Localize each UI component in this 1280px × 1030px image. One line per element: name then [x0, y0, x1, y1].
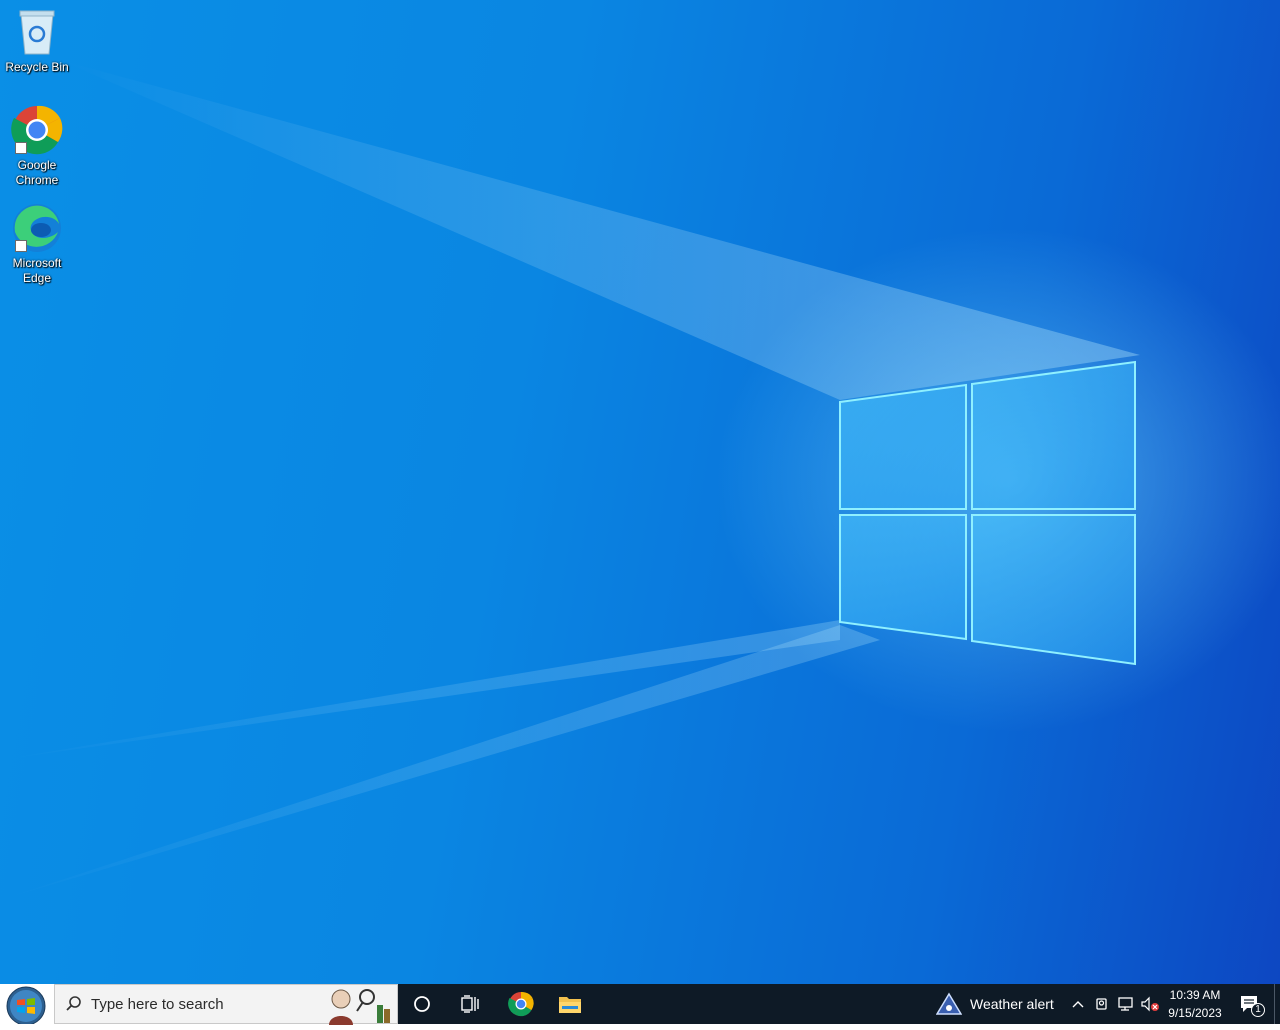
volume-muted-icon [1141, 996, 1159, 1012]
chrome-icon [11, 104, 63, 156]
cortana-circle-icon [414, 996, 430, 1012]
folder-icon [559, 997, 581, 1013]
desktop-icon-microsoft-edge[interactable]: Microsoft Edge [2, 202, 72, 286]
desktop-icon-label: Google Chrome [15, 158, 59, 187]
task-view-icon [461, 995, 479, 1013]
action-center-button[interactable]: 1 [1234, 984, 1266, 1024]
cortana-button[interactable] [398, 984, 446, 1024]
clock-time: 10:39 AM [1169, 988, 1221, 1002]
taskbar-file-explorer-button[interactable] [548, 984, 592, 1024]
action-center-icon: 1 [1239, 993, 1265, 1017]
clock[interactable]: 10:39 AM 9/15/2023 [1160, 984, 1230, 1024]
weather-label: Weather alert [970, 996, 1054, 1012]
desktop[interactable]: Recycle Bin Google Chrome Microsoft Edge [0, 0, 1280, 984]
network-icon [1118, 997, 1133, 1011]
show-hidden-icons-button[interactable] [1066, 984, 1090, 1024]
taskbar: Type here to search Weather alert 10:39 … [0, 984, 1280, 1026]
search-box[interactable]: Type here to search [54, 984, 398, 1025]
meet-now-icon [1096, 998, 1107, 1010]
chrome-icon [508, 991, 534, 1017]
shortcut-arrow-icon [15, 142, 27, 154]
system-tray [1066, 984, 1162, 1024]
clock-date: 9/15/2023 [1168, 1006, 1222, 1020]
weather-alert-icon [936, 992, 962, 1016]
network-button[interactable] [1114, 984, 1138, 1024]
taskbar-chrome-button[interactable] [494, 984, 548, 1024]
weather-widget[interactable]: Weather alert [936, 984, 1054, 1024]
task-view-button[interactable] [446, 984, 494, 1024]
shortcut-arrow-icon [15, 240, 27, 252]
meet-now-button[interactable] [1090, 984, 1114, 1024]
search-highlight-illustration-icon [323, 985, 395, 1025]
start-button[interactable] [0, 984, 54, 1026]
chevron-up-icon [1072, 1001, 1084, 1008]
desktop-icon-label: Microsoft Edge [12, 256, 62, 285]
show-desktop-button[interactable] [1274, 984, 1280, 1024]
edge-icon [11, 202, 63, 254]
volume-button[interactable] [1138, 984, 1162, 1024]
notification-count-badge: 1 [1251, 1003, 1265, 1017]
desktop-icon-google-chrome[interactable]: Google Chrome [2, 104, 72, 188]
recycle-bin-icon [11, 6, 63, 58]
desktop-icon-recycle-bin[interactable]: Recycle Bin [2, 6, 72, 75]
search-placeholder: Type here to search [91, 995, 224, 1013]
search-icon [65, 995, 83, 1013]
windows-orb-icon [6, 986, 46, 1026]
windows-logo-wallpaper [838, 360, 1138, 666]
desktop-icon-label: Recycle Bin [5, 60, 69, 74]
